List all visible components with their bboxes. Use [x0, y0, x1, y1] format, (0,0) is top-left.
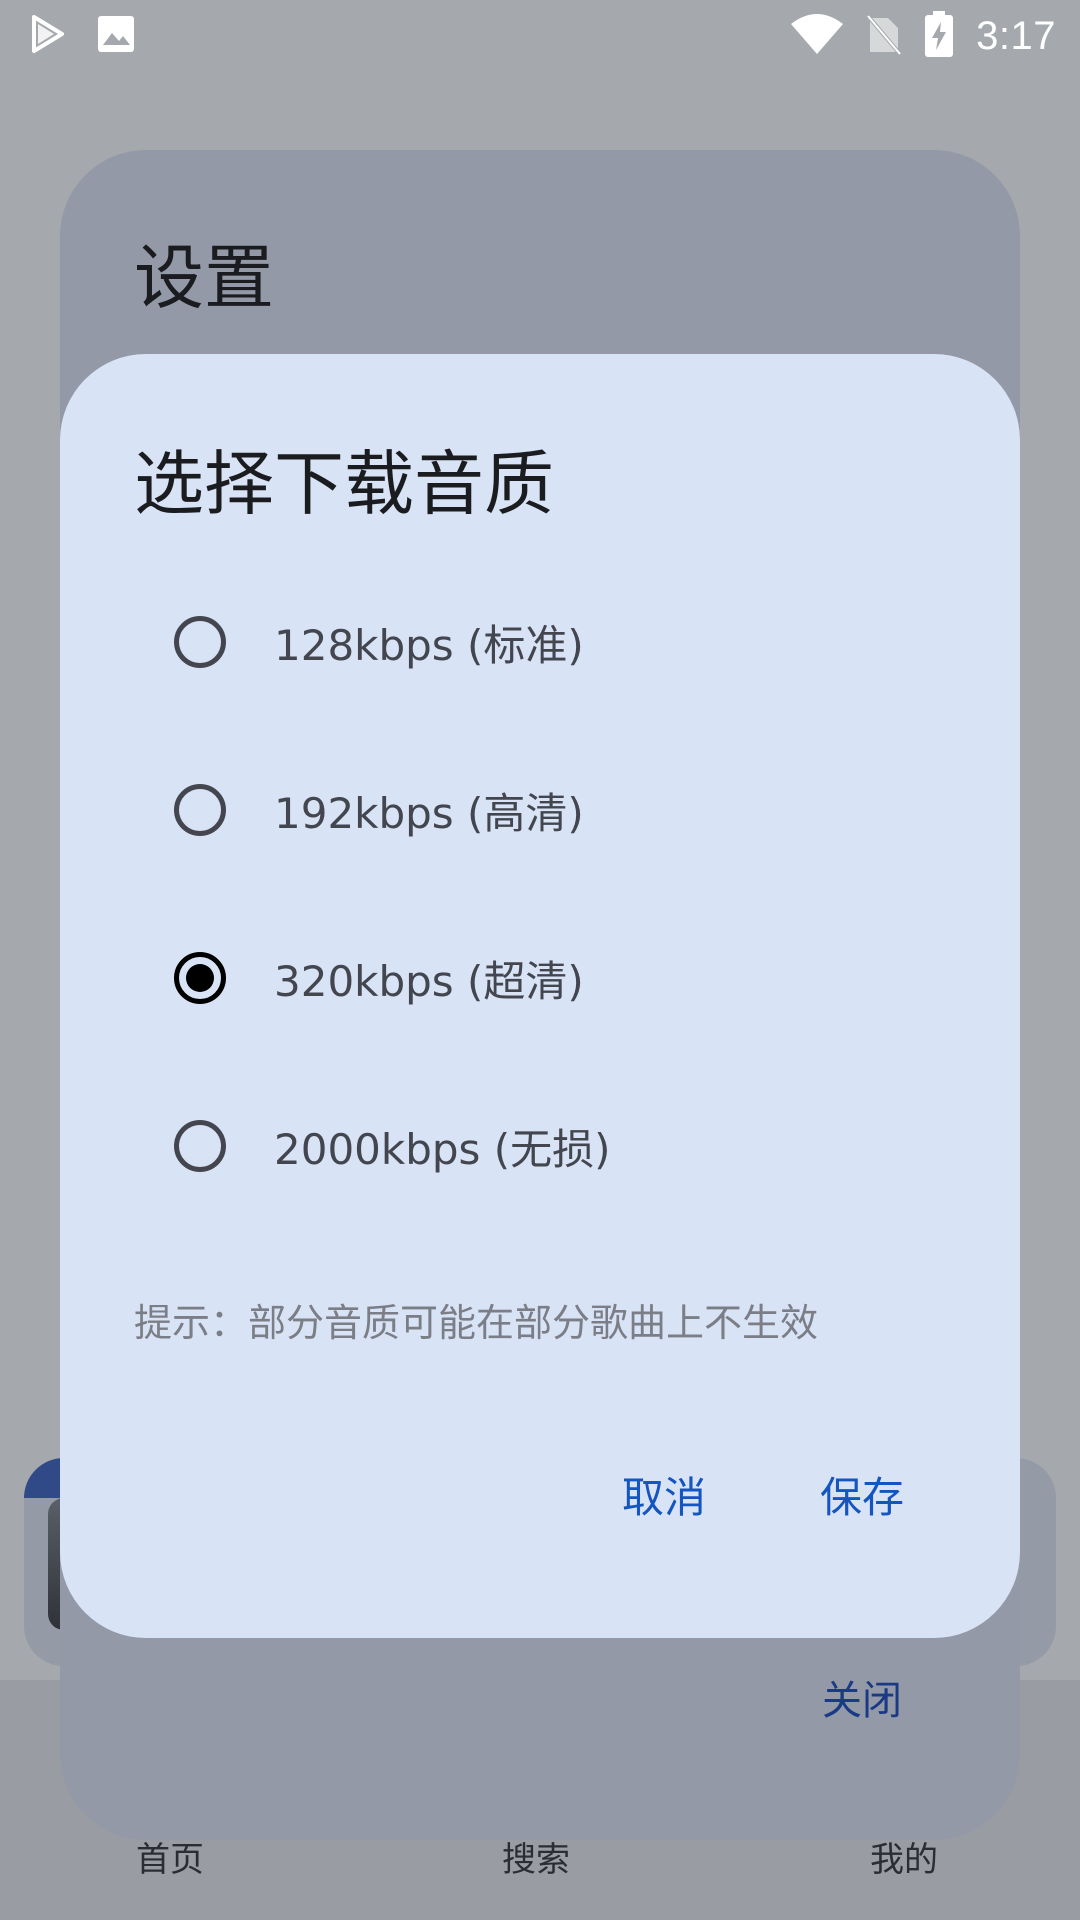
quality-option-label: 192kbps (高清) — [274, 788, 584, 838]
quality-option-192[interactable]: 192kbps (高清) — [174, 770, 584, 850]
quality-option-2000[interactable]: 2000kbps (无损) — [174, 1106, 611, 1186]
battery-charging-icon — [924, 10, 954, 62]
wifi-icon — [790, 12, 844, 60]
hint-text: 提示：部分音质可能在部分歌曲上不生效 — [134, 1301, 819, 1345]
close-button[interactable]: 关闭 — [822, 1668, 902, 1726]
radio-button[interactable] — [174, 616, 226, 668]
settings-title: 设置 — [134, 237, 274, 319]
quality-dialog: 选择下载音质 128kbps (标准) 192kbps (高清) 320kbps… — [60, 354, 1020, 1638]
cancel-button[interactable]: 取消 — [622, 1464, 706, 1525]
status-bar-left — [30, 0, 136, 72]
quality-option-320[interactable]: 320kbps (超清) — [174, 938, 584, 1018]
play-store-icon — [30, 14, 66, 58]
radio-button[interactable] — [174, 1120, 226, 1172]
no-sim-icon — [866, 12, 902, 60]
dialog-title: 选择下载音质 — [134, 443, 554, 525]
quality-option-label: 2000kbps (无损) — [274, 1124, 611, 1174]
image-icon — [96, 14, 136, 58]
status-bar-right: 3:17 — [790, 0, 1056, 72]
save-button[interactable]: 保存 — [820, 1464, 904, 1525]
quality-option-label: 128kbps (标准) — [274, 620, 584, 670]
radio-button-selected[interactable] — [174, 952, 226, 1004]
quality-option-128[interactable]: 128kbps (标准) — [174, 602, 584, 682]
status-time: 3:17 — [976, 13, 1056, 58]
radio-button[interactable] — [174, 784, 226, 836]
status-bar: 3:17 — [0, 0, 1080, 72]
quality-option-label: 320kbps (超清) — [274, 956, 584, 1006]
